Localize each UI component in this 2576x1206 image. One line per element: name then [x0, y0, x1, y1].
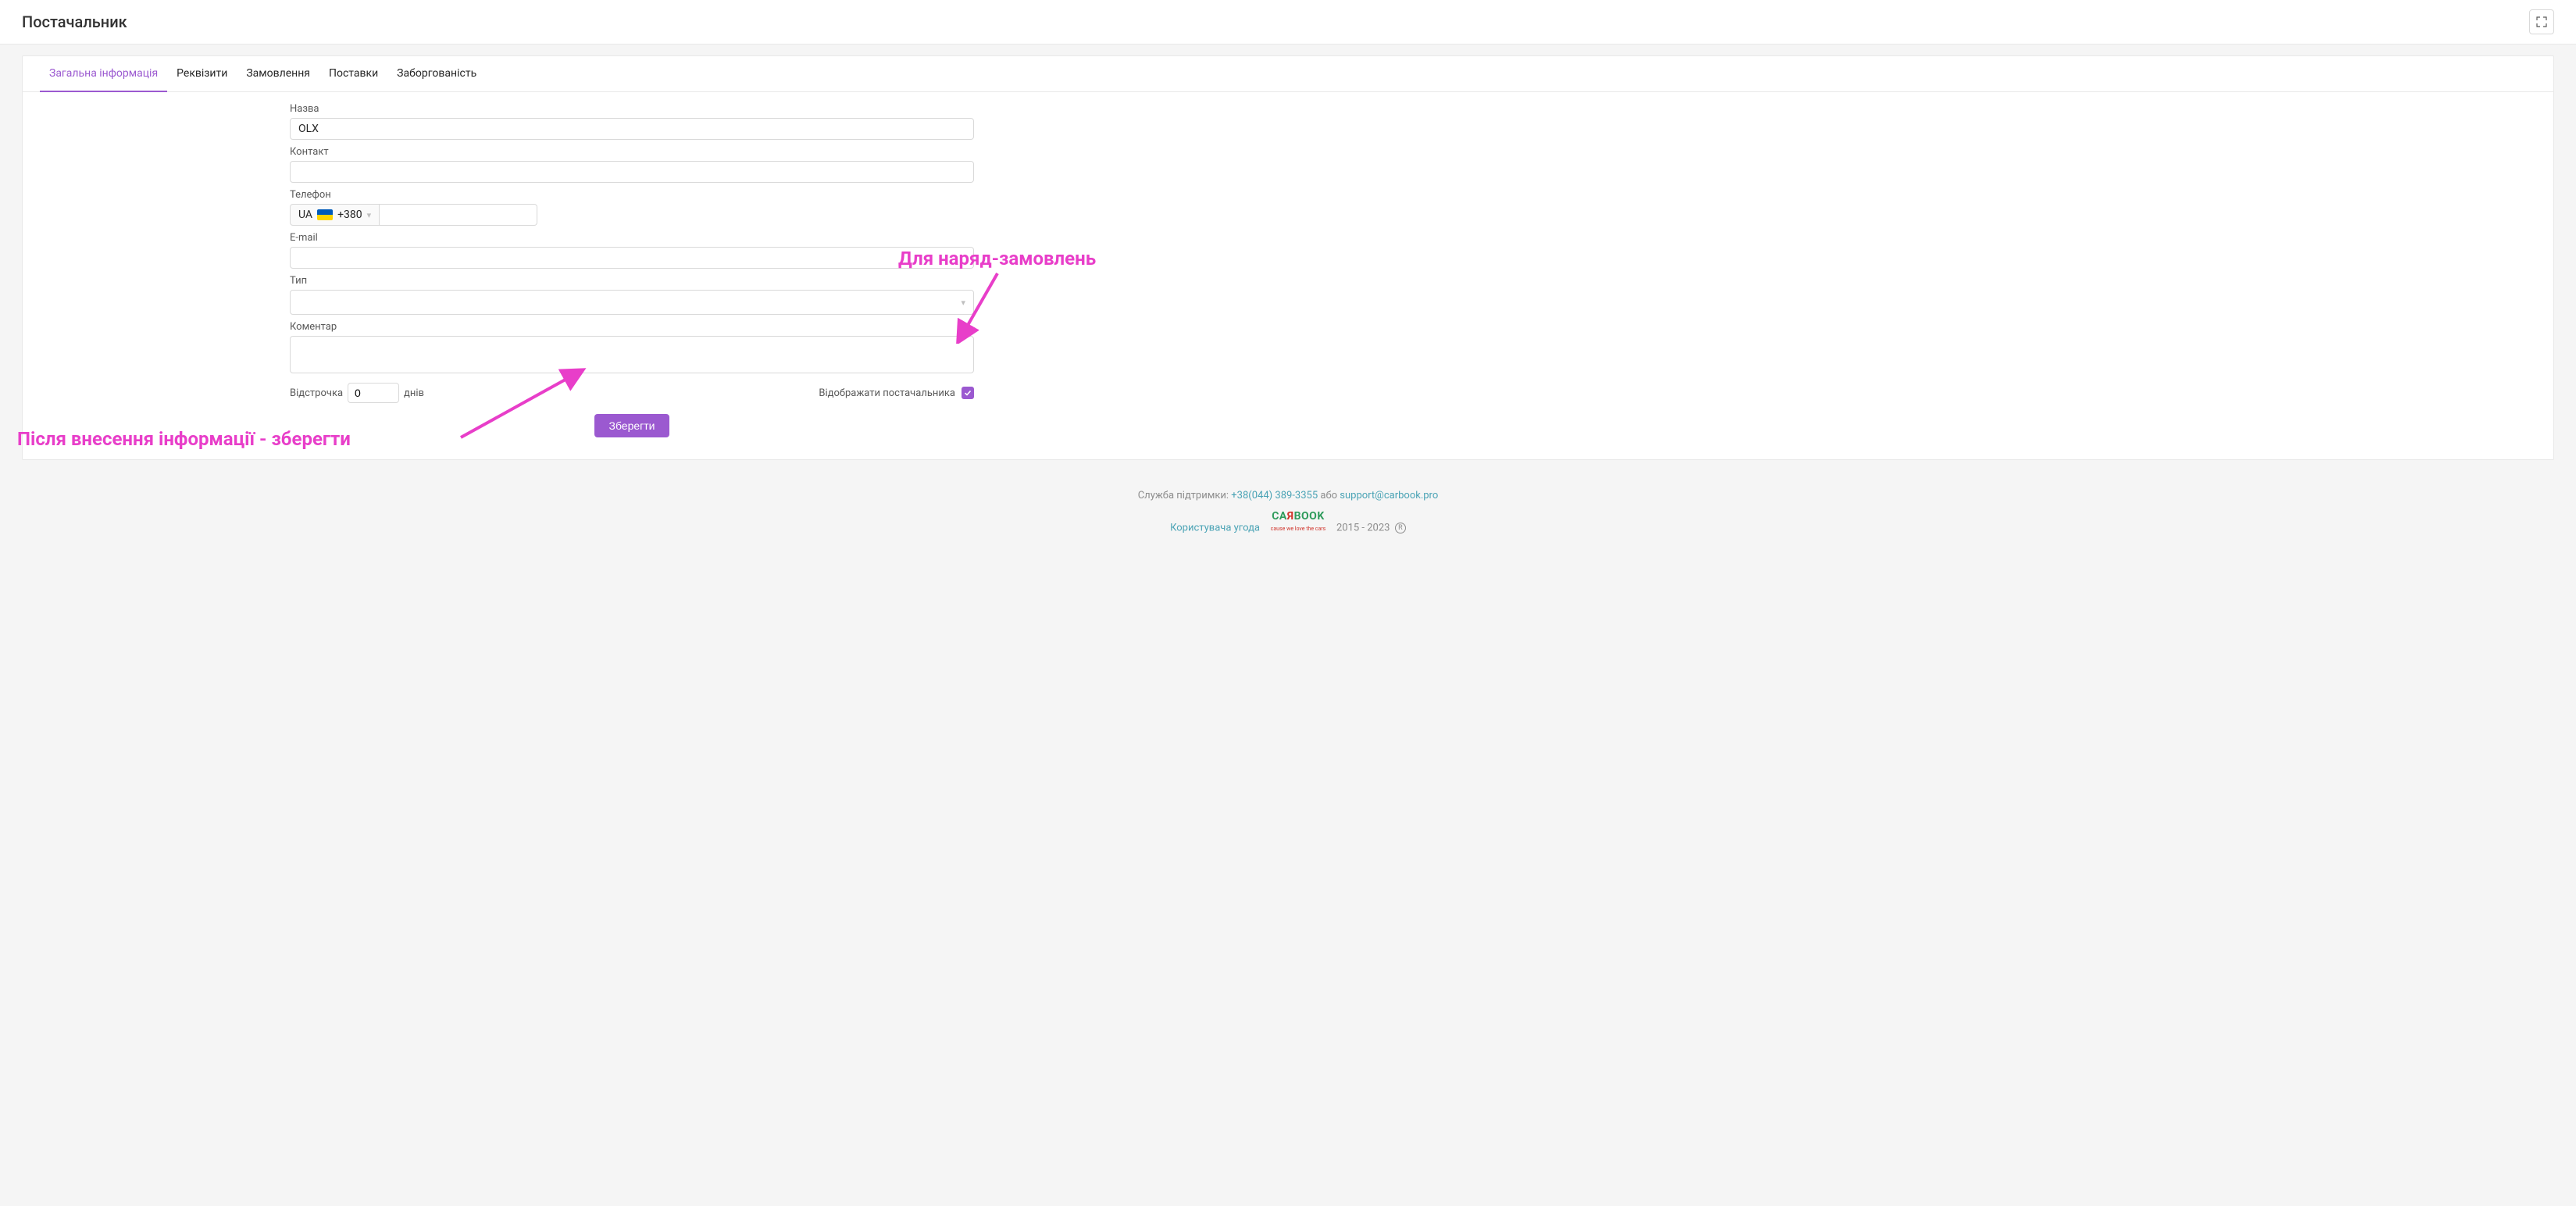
page-footer: Служба підтримки: +38(044) 389-3355 або …: [0, 479, 2576, 569]
show-supplier-checkbox[interactable]: [962, 387, 974, 399]
tab-orders[interactable]: Замовлення: [237, 56, 319, 92]
registered-mark-icon: R: [1395, 523, 1406, 533]
tab-deliveries[interactable]: Поставки: [319, 56, 387, 92]
tabs: Загальна інформація Реквізити Замовлення…: [23, 56, 2553, 92]
check-icon: [964, 389, 972, 397]
email-label: E-mail: [290, 232, 974, 244]
expand-icon: [2536, 16, 2547, 27]
tab-general-info[interactable]: Загальна інформація: [40, 56, 167, 92]
name-label: Назва: [290, 103, 974, 115]
tab-requisites[interactable]: Реквізити: [167, 56, 237, 92]
phone-label: Телефон: [290, 189, 974, 201]
show-supplier-group: Відображати постачальника: [819, 387, 974, 399]
flag-ua-icon: [317, 209, 333, 220]
user-agreement-link[interactable]: Користувача угода: [1170, 522, 1260, 533]
name-input[interactable]: [290, 118, 974, 140]
supplier-card: Загальна інформація Реквізити Замовлення…: [22, 55, 2554, 460]
tab-debt[interactable]: Заборгованість: [387, 56, 486, 92]
fullscreen-button[interactable]: [2529, 9, 2554, 34]
chevron-down-icon: ▾: [961, 298, 965, 308]
phone-country-code: UA: [298, 209, 312, 221]
carbook-logo: CAЯBOOK cause we love the cars: [1268, 506, 1329, 535]
chevron-down-icon: ▾: [367, 210, 372, 220]
save-button[interactable]: Зберегти: [594, 414, 669, 437]
contact-input[interactable]: [290, 161, 974, 183]
deferral-input[interactable]: [348, 383, 399, 403]
carbook-logo-sub: cause we love the cars: [1271, 524, 1326, 534]
show-supplier-label: Відображати постачальника: [819, 387, 955, 399]
phone-country-select[interactable]: UA +380 ▾: [290, 204, 380, 226]
deferral-group: Відстрочка днів: [290, 383, 424, 403]
phone-prefix-text: +380: [337, 209, 362, 221]
contact-label: Контакт: [290, 146, 974, 158]
phone-number-input[interactable]: [380, 204, 537, 226]
type-select[interactable]: ▾: [290, 290, 974, 315]
type-label: Тип: [290, 275, 974, 287]
comment-label: Коментар: [290, 321, 974, 333]
footer-years: 2015 - 2023: [1336, 522, 1390, 533]
page-header: Постачальник: [0, 0, 2576, 45]
support-phone-link[interactable]: +38(044) 389-3355: [1231, 490, 1318, 501]
form-body: Назва Контакт Телефон UA +3: [23, 92, 2553, 459]
page-title: Постачальник: [22, 12, 127, 31]
email-input[interactable]: [290, 247, 974, 269]
deferral-unit: днів: [404, 387, 424, 399]
support-prefix: Служба підтримки:: [1138, 490, 1229, 501]
support-email-link[interactable]: support@carbook.pro: [1340, 490, 1438, 501]
deferral-label: Відстрочка: [290, 387, 343, 399]
comment-textarea[interactable]: [290, 336, 974, 373]
support-or: або: [1320, 490, 1337, 501]
